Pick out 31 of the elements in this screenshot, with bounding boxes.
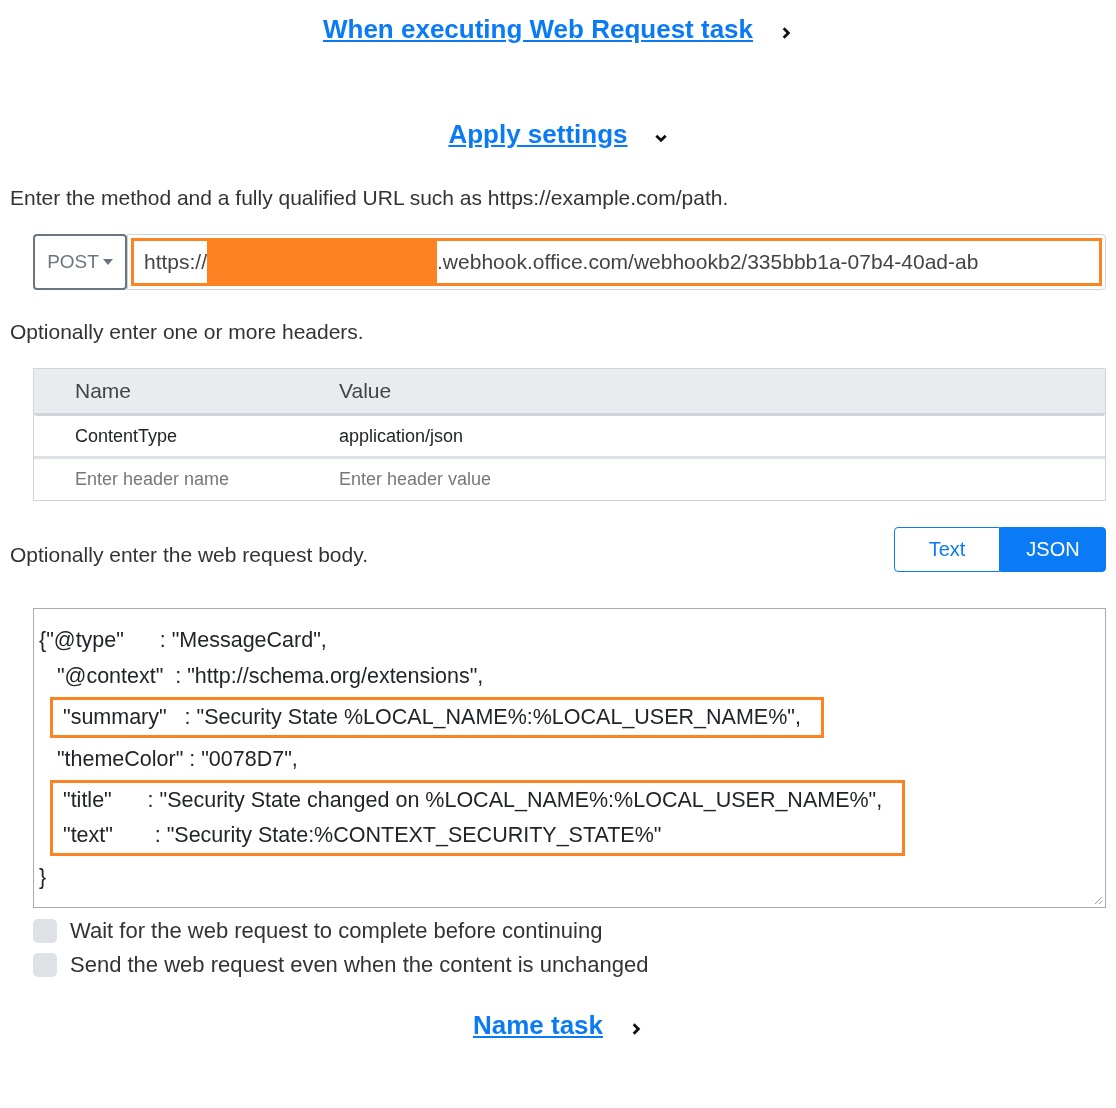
url-text: https:// [144,250,208,274]
header-value-input[interactable]: Enter header value [299,461,1105,498]
instruction-text: Optionally enter one or more headers. [10,320,365,344]
code-line: {"@type" : "MessageCard", [39,627,328,654]
code-line: } [39,864,47,891]
url-text: .webhook.office.com/webhookb2/335bbb1a-07b4-40ad-ab [437,250,979,274]
code-line: "summary" : "Security State %LOCAL_NAME%:%LOCAL_USER_NAME%", [63,704,801,731]
url-field[interactable]: https:// .webhook.office.com/webhookb2/335bbb1a-07b4-40ad-ab [127,234,1106,290]
table-cell-text: ContentType [74,425,179,447]
checkbox[interactable] [33,919,57,943]
code-line: "@context" : "http://schema.org/extensions", [55,663,484,690]
table-cell-text: application/json [338,425,465,447]
code-line: "themeColor" : "0078D7", [55,746,298,773]
code-line: "text" : "Security State:%CONTEXT_SECURITY_STATE%" [63,822,663,849]
section-link[interactable]: When executing Web Request task [322,14,754,45]
instruction-text: Optionally enter the web request body. [10,542,368,567]
format-toggle[interactable]: Text [894,527,1000,572]
body-textarea[interactable] [33,608,1106,908]
format-toggle[interactable]: JSON [1000,527,1106,572]
resize-grip-icon[interactable] [1093,895,1103,905]
column-header: Name [74,379,133,403]
column-header: Value [338,379,393,403]
section-link[interactable]: Apply settings [448,119,628,150]
section-link[interactable]: Name task [472,1010,604,1041]
header-name-input[interactable]: Enter header name [34,461,299,498]
checkbox[interactable] [33,953,57,977]
code-line: "title" : "Security State changed on %LOCAL_NAME%:%LOCAL_USER_NAME%", [63,787,883,814]
instruction-text: Enter the method and a fully qualified URL such as https://example.com/path. [10,186,730,210]
checkbox-label: Wait for the web request to complete before continuing [70,918,603,944]
method-dropdown[interactable]: POST [33,234,127,290]
checkbox-label: Send the web request even when the content is unchanged [70,952,649,978]
